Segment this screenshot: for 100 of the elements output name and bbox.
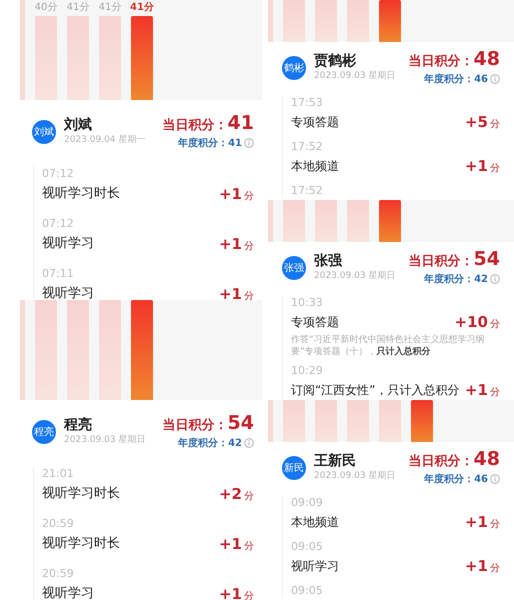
entry-time: 17:53 — [291, 96, 324, 110]
avatar[interactable]: 张强 — [282, 256, 306, 280]
daily-score: 54 — [228, 413, 254, 434]
entry-time: 20:59 — [42, 516, 75, 532]
daily-score: 54 — [474, 249, 500, 270]
chart-bar[interactable] — [315, 0, 337, 42]
entry-points: +1 分 — [464, 156, 500, 177]
entry-points: +1 分 — [218, 234, 254, 255]
chart-bar[interactable] — [67, 300, 89, 400]
annual-score: 46 — [474, 72, 488, 87]
entry-points: +1 分 — [218, 534, 254, 555]
daily-score-label: 当日积分： — [408, 253, 474, 272]
chart-bar[interactable] — [35, 16, 57, 100]
annual-score-label: 年度积分： — [178, 436, 228, 451]
chart-bar[interactable] — [379, 400, 401, 442]
entry-title: 视听学习 — [42, 585, 94, 600]
user-name: 张强 — [314, 253, 343, 270]
chart-bar[interactable] — [283, 400, 305, 442]
daily-score: 41 — [228, 113, 254, 134]
entry-title: 专项答题 — [291, 114, 339, 131]
entry-time: 20:59 — [42, 566, 75, 582]
chart-bar — [268, 0, 273, 42]
annual-score: 41 — [228, 136, 242, 151]
avatar[interactable]: 新民 — [282, 456, 306, 480]
info-icon[interactable] — [490, 74, 500, 84]
date-text: 2023.09.04 星期一 — [64, 134, 146, 147]
date-text: 2023.09.03 星期日 — [314, 70, 396, 83]
date-text: 2023.09.03 星期日 — [64, 434, 146, 447]
entry-title: 视听学习时长 — [42, 535, 120, 553]
entry-time: 07:12 — [42, 166, 75, 182]
annual-score: 42 — [474, 272, 488, 287]
entry-time: 09:05 — [291, 540, 324, 554]
chart-bar[interactable] — [411, 400, 433, 442]
daily-score: 48 — [474, 49, 500, 70]
chart-bar[interactable] — [67, 16, 89, 100]
entry-points: +1 分 — [464, 512, 500, 533]
entry-time: 09:09 — [291, 496, 324, 510]
date-text: 2023.09.03 星期日 — [314, 270, 396, 283]
entry-time: 17:52 — [291, 184, 324, 198]
entry-title: 视听学习 — [291, 558, 339, 575]
chart-bar[interactable] — [99, 300, 121, 400]
entry-points: +1 分 — [464, 380, 500, 400]
entry-title: 视听学习 — [42, 235, 94, 253]
chart-bar[interactable] — [35, 300, 57, 400]
bar-label: 41分 — [98, 1, 122, 15]
avatar[interactable]: 刘斌 — [32, 120, 56, 144]
user-name: 贾鹤彬 — [314, 53, 357, 70]
entry-title: 专项答题 — [291, 314, 339, 331]
entry-time: 17:52 — [291, 140, 324, 154]
entry-title: 本地频道 — [291, 158, 339, 175]
entry-title: 视听学习 — [42, 285, 94, 300]
chart-bar[interactable] — [99, 16, 121, 100]
info-icon[interactable] — [244, 138, 254, 148]
entry-time: 07:12 — [42, 216, 75, 232]
entry-time: 10:29 — [291, 364, 324, 378]
user-name: 刘斌 — [64, 117, 93, 134]
annual-score-label: 年度积分： — [424, 72, 474, 87]
entry-time: 10:33 — [291, 296, 324, 310]
chart-bar[interactable] — [379, 200, 401, 242]
info-icon[interactable] — [244, 438, 254, 448]
chart-bar[interactable] — [347, 0, 369, 42]
annual-score: 46 — [474, 472, 488, 487]
entry-points: +2 分 — [218, 484, 254, 505]
bar-label: 40分 — [34, 1, 58, 15]
chart-bar[interactable] — [131, 16, 153, 100]
chart-bar — [268, 400, 273, 442]
entry-note: 作答“习近平新时代中国特色社会主义思想学习纲要”专项答题（十），只计入总积分 — [291, 334, 486, 358]
chart-bar[interactable] — [283, 0, 305, 42]
entry-points: +1 分 — [464, 556, 500, 577]
entry-title: 视听学习时长 — [42, 485, 120, 503]
info-icon[interactable] — [490, 474, 500, 484]
entry-points: +1 分 — [218, 284, 254, 300]
chart-bar[interactable] — [131, 300, 153, 400]
daily-score-label: 当日积分： — [408, 53, 474, 72]
annual-score-label: 年度积分： — [424, 272, 474, 287]
entry-title: 视听学习时长 — [42, 185, 120, 203]
chart-bar[interactable] — [347, 400, 369, 442]
annual-score: 42 — [228, 436, 242, 451]
entry-points: +5 分 — [464, 112, 500, 133]
avatar[interactable]: 鹤彬 — [282, 56, 306, 80]
entry-points: +1 分 — [218, 584, 254, 600]
daily-score: 48 — [474, 449, 500, 470]
entry-time: 07:11 — [42, 266, 75, 282]
user-name: 程亮 — [64, 417, 93, 434]
annual-score-label: 年度积分： — [424, 472, 474, 487]
daily-score-label: 当日积分： — [162, 117, 228, 136]
entry-title: 订阅“江西女性”，只计入总积分 — [291, 382, 460, 399]
chart-bar[interactable] — [283, 200, 305, 242]
avatar[interactable]: 程亮 — [32, 420, 56, 444]
date-text: 2023.09.03 星期日 — [314, 470, 396, 483]
chart-bar[interactable] — [347, 200, 369, 242]
chart-bar[interactable] — [315, 400, 337, 442]
entry-title: 本地频道 — [291, 514, 339, 531]
chart-bar[interactable] — [315, 200, 337, 242]
info-icon[interactable] — [490, 274, 500, 284]
daily-score-label: 当日积分： — [408, 453, 474, 472]
entry-points: +1 分 — [218, 184, 254, 205]
bar-label: 41分 — [130, 0, 154, 15]
chart-bar[interactable] — [379, 0, 401, 42]
bar-label: 41分 — [66, 1, 90, 15]
